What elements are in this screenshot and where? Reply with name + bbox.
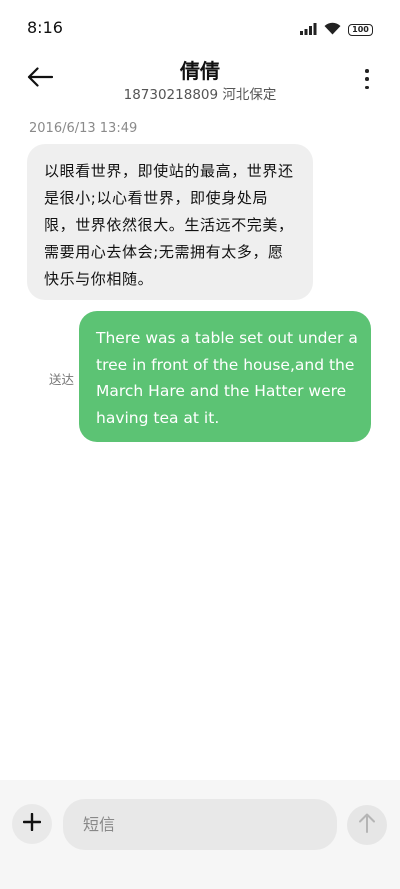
contact-name: 倩倩 <box>180 59 220 83</box>
status-time: 8:16 <box>27 18 63 37</box>
status-icons: 100 <box>300 20 373 39</box>
send-button[interactable] <box>347 805 387 845</box>
add-attachment-button[interactable] <box>12 804 52 844</box>
signal-icon <box>300 20 317 39</box>
plus-icon <box>22 812 42 835</box>
battery-icon: 100 <box>348 23 373 36</box>
more-options-icon[interactable] <box>360 66 374 92</box>
delivery-status: 送达 <box>49 372 75 387</box>
send-arrow-icon <box>358 813 376 837</box>
incoming-message-bubble[interactable]: 以眼看世界，即使站的最高，世界还是很小;以心看世界，即使身处局限，世界依然很大。… <box>27 144 313 300</box>
outgoing-message-bubble[interactable]: There was a table set out under a tree i… <box>79 311 371 442</box>
message-timestamp: 2016/6/13 13:49 <box>29 121 138 136</box>
status-bar: 8:16 100 <box>0 0 400 56</box>
message-composer <box>0 780 400 889</box>
message-input[interactable] <box>63 799 337 850</box>
conversation-header: 倩倩 18730218809 河北保定 <box>0 52 400 108</box>
wifi-icon <box>324 20 341 39</box>
contact-phone-location: 18730218809 河北保定 <box>123 87 277 103</box>
